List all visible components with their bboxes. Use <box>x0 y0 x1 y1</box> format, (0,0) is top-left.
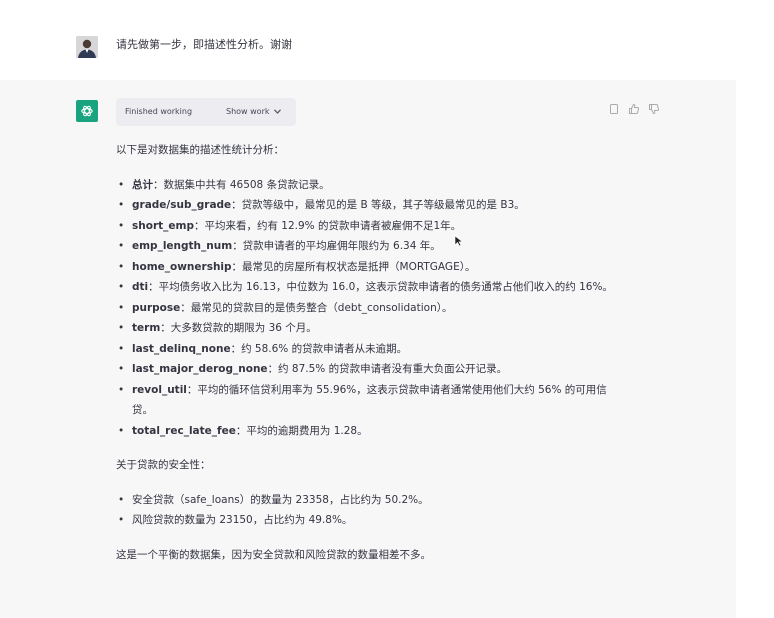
item-text: ：约 87.5% 的贷款申请者没有重大负面公开记录。 <box>267 363 508 375</box>
list-item: 风险贷款的数量为 23150，占比约为 49.8%。 <box>116 510 616 531</box>
item-key: 总计 <box>132 178 153 191</box>
list-item: purpose：最常见的贷款目的是债务整合（debt_consolidation… <box>116 298 616 319</box>
item-key: last_major_derog_none <box>132 363 268 375</box>
message-actions <box>608 100 660 115</box>
copy-icon[interactable] <box>608 100 620 114</box>
list-item: total_rec_late_fee：平均的逾期费用为 1.28。 <box>116 421 616 442</box>
user-message: 请先做第一步，即描述性分析。谢谢 <box>116 38 292 51</box>
item-key: revol_util <box>132 383 187 396</box>
item-text: ：最常见的贷款目的是债务整合（debt_consolidation）。 <box>180 301 453 314</box>
list-item: grade/sub_grade：贷款等级中，最常见的是 B 等级，其子等级最常见… <box>116 195 616 216</box>
assistant-response: 以下是对数据集的描述性统计分析： 总计：数据集中共有 46508 条贷款记录。 … <box>116 140 616 565</box>
show-work-button[interactable]: Show work <box>226 107 281 116</box>
list-item: emp_length_num：贷款申请者的平均雇佣年限约为 6.34 年。 <box>116 236 616 257</box>
thumbs-down-icon[interactable] <box>648 100 660 115</box>
item-key: grade/sub_grade <box>132 199 232 211</box>
user-message-row: 请先做第一步，即描述性分析。谢谢 <box>0 0 774 80</box>
show-work-label: Show work <box>226 107 270 116</box>
mouse-cursor-icon <box>454 232 464 247</box>
conclusion-text: 这是一个平衡的数据集，因为安全贷款和风险贷款的数量相差不多。 <box>116 548 431 561</box>
list-item: last_delinq_none：约 58.6% 的贷款申请者从未逾期。 <box>116 339 616 360</box>
item-text: ：平均的循环信贷利用率为 55.96%，这表示贷款申请者通常使用他们大约 56%… <box>132 383 607 417</box>
item-key: home_ownership <box>132 260 232 273</box>
stats-list: 总计：数据集中共有 46508 条贷款记录。 grade/sub_grade：贷… <box>116 175 616 442</box>
openai-logo-icon <box>76 100 98 122</box>
item-key: term <box>132 322 161 334</box>
item-text: ：最常见的房屋所有权状态是抵押（MORTGAGE）。 <box>231 260 476 273</box>
item-key: total_rec_late_fee <box>132 424 236 437</box>
item-text: ：贷款申请者的平均雇佣年限约为 6.34 年。 <box>232 240 441 252</box>
status-text: Finished working <box>125 107 193 116</box>
thumbs-up-icon[interactable] <box>628 100 640 114</box>
list-item: dti：平均债务收入比为 16.13，中位数为 16.0，这表示贷款申请者的债务… <box>116 277 616 298</box>
item-text: ：平均债务收入比为 16.13，中位数为 16.0，这表示贷款申请者的债务通常占… <box>148 281 613 293</box>
list-item: 安全贷款（safe_loans）的数量为 23358，占比约为 50.2%。 <box>116 490 616 511</box>
item-text: ：平均来看，约有 12.9% 的贷款申请者被雇佣不足1年。 <box>193 219 462 232</box>
item-text: ：贷款等级中，最常见的是 B 等级，其子等级最常见的是 B3。 <box>231 199 525 211</box>
item-text: ：大多数贷款的期限为 36 个月。 <box>160 322 317 334</box>
safety-heading: 关于贷款的安全性： <box>116 459 211 471</box>
chevron-down-icon <box>273 107 281 116</box>
item-text: ：约 58.6% 的贷款申请者从未逾期。 <box>230 342 408 355</box>
work-status-pill: Finished working Show work <box>116 98 296 126</box>
item-key: short_emp <box>132 219 194 232</box>
user-avatar <box>76 36 98 58</box>
chat-page: 请先做第一步，即描述性分析。谢谢 Finished working Show w… <box>0 0 774 618</box>
item-key: dti <box>132 281 149 293</box>
item-key: purpose <box>132 301 181 314</box>
assistant-message-row: Finished working Show work 以下是对数据集的描述性统计… <box>0 80 736 618</box>
item-key: emp_length_num <box>132 240 233 252</box>
list-item: 总计：数据集中共有 46508 条贷款记录。 <box>116 175 616 196</box>
item-text: ：平均的逾期费用为 1.28。 <box>235 424 368 437</box>
item-key: last_delinq_none <box>132 342 231 355</box>
intro-text: 以下是对数据集的描述性统计分析： <box>116 144 284 156</box>
list-item: home_ownership：最常见的房屋所有权状态是抵押（MORTGAGE）。 <box>116 257 616 278</box>
list-item: revol_util：平均的循环信贷利用率为 55.96%，这表示贷款申请者通常… <box>116 380 616 421</box>
item-text: ：数据集中共有 46508 条贷款记录。 <box>153 178 330 191</box>
safety-list: 安全贷款（safe_loans）的数量为 23358，占比约为 50.2%。 风… <box>116 490 616 531</box>
list-item: short_emp：平均来看，约有 12.9% 的贷款申请者被雇佣不足1年。 <box>116 216 616 237</box>
list-item: last_major_derog_none：约 87.5% 的贷款申请者没有重大… <box>116 359 616 380</box>
list-item: term：大多数贷款的期限为 36 个月。 <box>116 318 616 339</box>
